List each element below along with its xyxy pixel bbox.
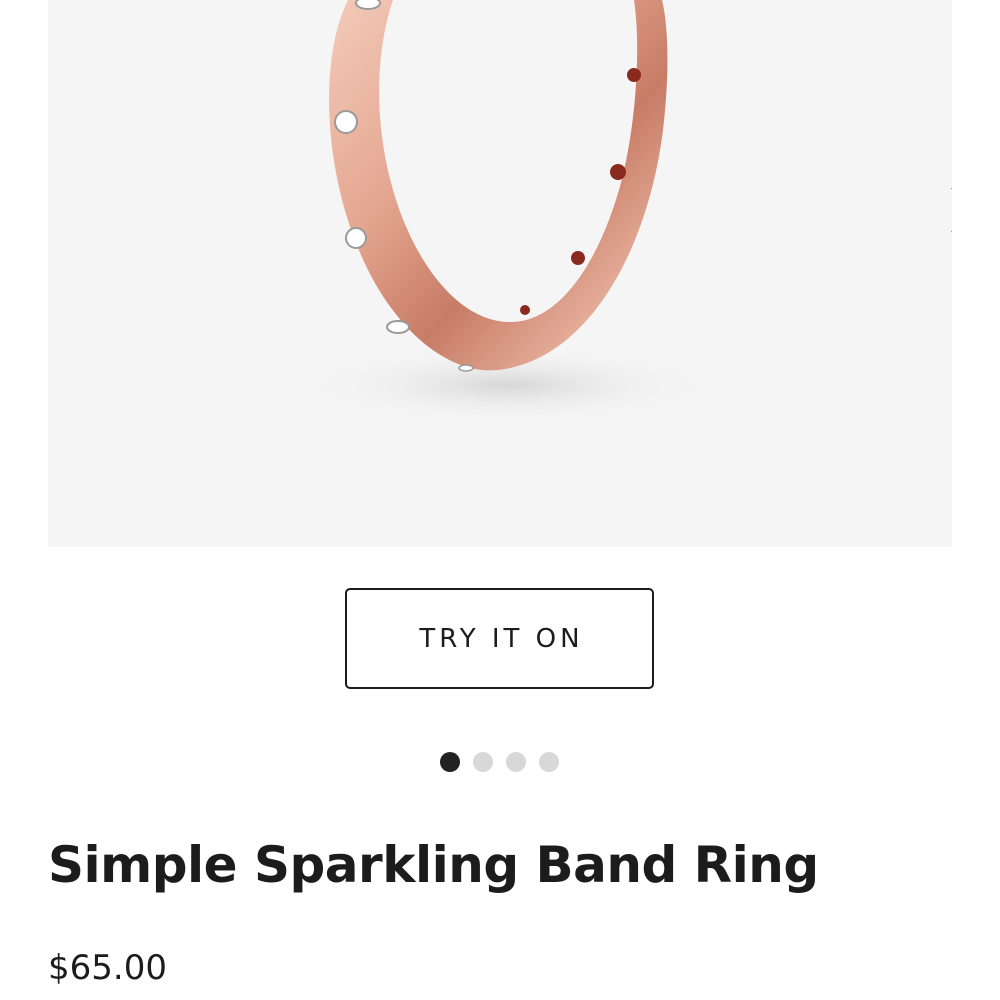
product-title: Simple Sparkling Band Ring (48, 836, 819, 894)
carousel-dot-1[interactable] (440, 752, 460, 772)
carousel-pagination (440, 752, 559, 772)
carousel-dot-4[interactable] (539, 752, 559, 772)
product-image-gallery[interactable] (48, 0, 952, 547)
carousel-dot-2[interactable] (473, 752, 493, 772)
try-it-on-button[interactable]: TRY IT ON (345, 588, 654, 689)
product-price: $65.00 (48, 948, 167, 988)
chevron-right-icon[interactable] (936, 180, 952, 240)
rose-gold-ring-icon (298, 0, 718, 425)
carousel-dot-3[interactable] (506, 752, 526, 772)
